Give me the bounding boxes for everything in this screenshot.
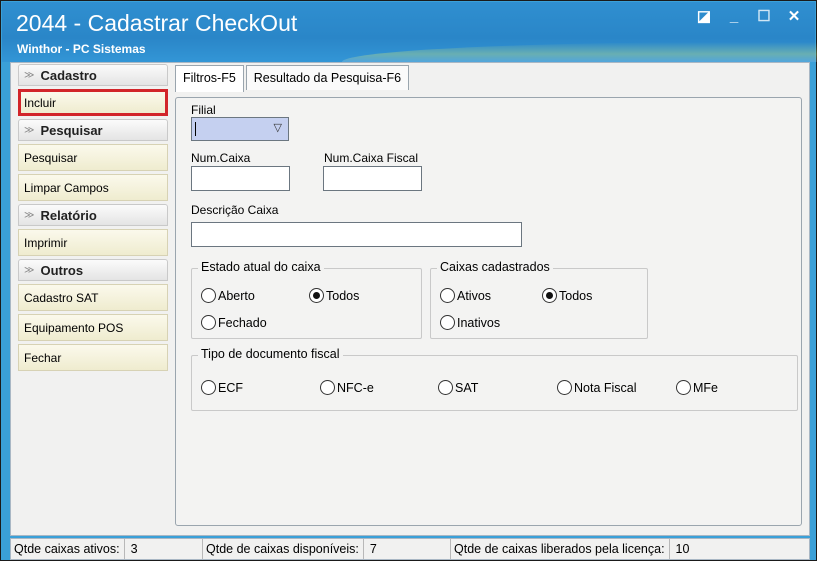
status-value: 3 — [123, 539, 138, 559]
group-title: Relatório — [40, 207, 97, 223]
filters-panel: Filial ▽ Num.Caixa Num.Caixa Fiscal Desc… — [175, 97, 802, 526]
radio-label: Nota Fiscal — [574, 380, 637, 395]
radio-label: MFe — [693, 380, 718, 395]
limpar-campos-button[interactable]: Limpar Campos — [18, 174, 168, 201]
radio-nota-fiscal[interactable]: Nota Fiscal — [557, 380, 637, 395]
radio-label: Aberto — [218, 288, 255, 303]
radio-label: Inativos — [457, 315, 501, 330]
radio-selected-icon — [542, 288, 557, 303]
radio-inativos[interactable]: Inativos — [440, 315, 500, 330]
estado-group: Estado atual do caixa Aberto Todos Fecha… — [191, 260, 422, 339]
radio-ecf[interactable]: ECF — [201, 380, 243, 395]
tab-resultado[interactable]: Resultado da Pesquisa-F6 — [245, 65, 410, 90]
descricao-input[interactable] — [191, 222, 522, 247]
radio-label: Todos — [326, 288, 360, 303]
app-window: 2044 - Cadastrar CheckOut Winthor - PC S… — [0, 0, 817, 561]
group-header-outros[interactable]: ≫ Outros — [18, 259, 168, 281]
window-controls: ◪ _ ☐ ✕ — [695, 8, 803, 26]
title-swoosh-decoration — [342, 42, 817, 62]
chevron-double-icon: ≫ — [24, 264, 35, 276]
cadastrados-group-title: Caixas cadastrados — [437, 260, 553, 274]
radio-label: Fechado — [218, 315, 267, 330]
numcaixa-label: Num.Caixa — [191, 151, 251, 165]
radio-aberto[interactable]: Aberto — [201, 288, 255, 303]
radio-icon — [676, 380, 691, 395]
status-bar: Qtde caixas ativos: 3 Qtde de caixas dis… — [10, 538, 810, 560]
group-title: Outros — [40, 262, 84, 278]
radio-ativos[interactable]: Ativos — [440, 288, 491, 303]
radio-icon — [201, 288, 216, 303]
numcaixa-fiscal-input[interactable] — [323, 166, 422, 191]
radio-label: ECF — [218, 380, 243, 395]
sidebar: ≫ Cadastro Incluir ≫ Pesquisar Pesquisar… — [18, 64, 168, 371]
radio-icon — [201, 380, 216, 395]
group-header-relatorio[interactable]: ≫ Relatório — [18, 204, 168, 226]
maximize-icon[interactable]: ☐ — [755, 8, 773, 26]
filial-label: Filial — [191, 103, 216, 117]
radio-sat[interactable]: SAT — [438, 380, 478, 395]
status-value: 10 — [668, 539, 689, 559]
sidebar-group-relatorio: ≫ Relatório Imprimir — [18, 204, 168, 256]
imprimir-button[interactable]: Imprimir — [18, 229, 168, 256]
radio-nfce[interactable]: NFC-e — [320, 380, 374, 395]
group-header-cadastro[interactable]: ≫ Cadastro — [18, 64, 168, 86]
radio-label: Todos — [559, 288, 593, 303]
numcaixa-input[interactable] — [191, 166, 290, 191]
radio-mfe[interactable]: MFe — [676, 380, 718, 395]
radio-icon — [440, 288, 455, 303]
radio-icon — [320, 380, 335, 395]
radio-estado-todos[interactable]: Todos — [309, 288, 359, 303]
group-title: Cadastro — [40, 67, 97, 83]
minimize-icon[interactable]: _ — [725, 8, 743, 26]
incluir-button[interactable]: Incluir — [18, 89, 168, 116]
tab-strip: Filtros-F5 Resultado da Pesquisa-F6 — [175, 65, 411, 92]
chevron-double-icon: ≫ — [24, 124, 35, 136]
sidebar-group-cadastro: ≫ Cadastro Incluir — [18, 64, 168, 116]
filial-select[interactable]: ▽ — [191, 117, 289, 141]
radio-icon — [440, 315, 455, 330]
chevron-down-icon[interactable]: ▽ — [274, 121, 282, 134]
client-area: ≫ Cadastro Incluir ≫ Pesquisar Pesquisar… — [10, 62, 810, 536]
chevron-double-icon: ≫ — [24, 69, 35, 81]
status-ativos: Qtde caixas ativos: 3 — [11, 539, 203, 559]
equipamento-pos-button[interactable]: Equipamento POS — [18, 314, 168, 341]
status-label: Qtde caixas ativos: — [14, 542, 120, 556]
window-title: 2044 - Cadastrar CheckOut — [16, 10, 298, 36]
tab-filtros[interactable]: Filtros-F5 — [175, 65, 244, 92]
sidebar-group-outros: ≫ Outros Cadastro SAT Equipamento POS Fe… — [18, 259, 168, 371]
radio-icon — [438, 380, 453, 395]
pesquisar-button[interactable]: Pesquisar — [18, 144, 168, 171]
radio-label: Ativos — [457, 288, 492, 303]
radio-icon — [201, 315, 216, 330]
radio-fechado[interactable]: Fechado — [201, 315, 267, 330]
radio-cadastrados-todos[interactable]: Todos — [542, 288, 592, 303]
radio-label: SAT — [455, 380, 479, 395]
chevron-double-icon: ≫ — [24, 209, 35, 221]
text-caret — [195, 122, 196, 136]
status-liberados: Qtde de caixas liberados pela licença: 1… — [451, 539, 809, 559]
sidebar-group-pesquisar: ≫ Pesquisar Pesquisar Limpar Campos — [18, 119, 168, 201]
numcaixa-fiscal-label: Num.Caixa Fiscal — [324, 151, 419, 165]
restore-icon[interactable]: ◪ — [695, 8, 713, 26]
radio-selected-icon — [309, 288, 324, 303]
status-value: 7 — [362, 539, 377, 559]
cadastrados-group: Caixas cadastrados Ativos Todos Inativos — [430, 260, 648, 339]
window-subtitle: Winthor - PC Sistemas — [17, 42, 146, 56]
tipo-doc-group: Tipo de documento fiscal ECF NFC-e SAT N… — [191, 347, 798, 411]
descricao-label: Descrição Caixa — [191, 203, 279, 217]
status-label: Qtde de caixas liberados pela licença: — [454, 542, 665, 556]
estado-group-title: Estado atual do caixa — [198, 260, 324, 274]
group-title: Pesquisar — [40, 122, 103, 138]
title-bar[interactable]: 2044 - Cadastrar CheckOut Winthor - PC S… — [2, 2, 817, 62]
status-disponiveis: Qtde de caixas disponíveis: 7 — [203, 539, 451, 559]
group-header-pesquisar[interactable]: ≫ Pesquisar — [18, 119, 168, 141]
fechar-button[interactable]: Fechar — [18, 344, 168, 371]
radio-label: NFC-e — [337, 380, 374, 395]
status-label: Qtde de caixas disponíveis: — [206, 542, 359, 556]
radio-icon — [557, 380, 572, 395]
tipo-doc-group-title: Tipo de documento fiscal — [198, 347, 343, 361]
close-icon[interactable]: ✕ — [785, 8, 803, 26]
cadastro-sat-button[interactable]: Cadastro SAT — [18, 284, 168, 311]
